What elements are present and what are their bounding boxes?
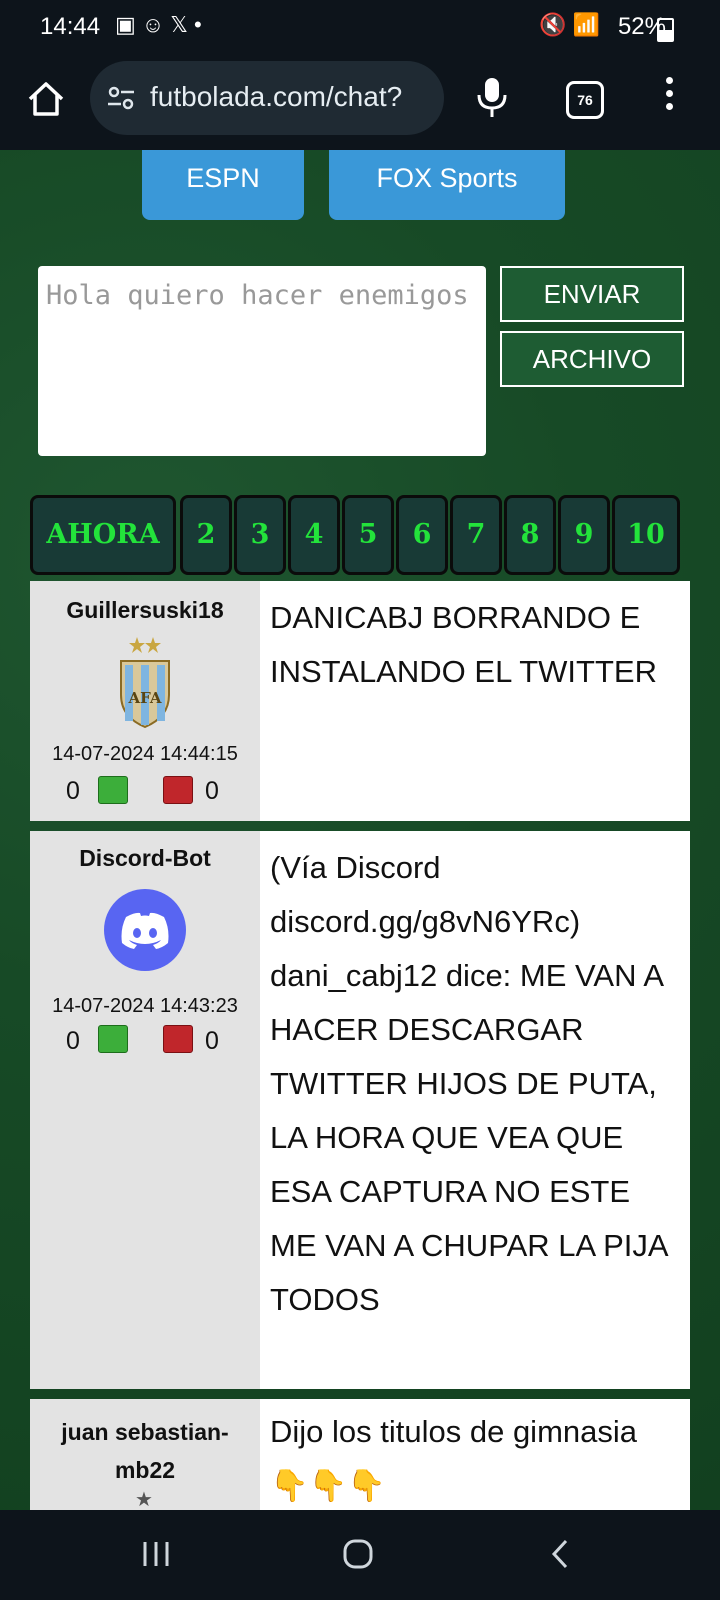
- send-button[interactable]: ENVIAR: [500, 266, 684, 322]
- page-content: ESPN FOX Sports ENVIAR ARCHIVO AHORA 2 3…: [0, 150, 720, 1510]
- dislike-count: 0: [205, 777, 219, 805]
- like-count: 0: [66, 1027, 80, 1055]
- home-nav-icon[interactable]: [342, 1538, 374, 1570]
- page-3[interactable]: 3: [234, 495, 286, 575]
- system-navigation-bar: [0, 1510, 720, 1600]
- page-9[interactable]: 9: [558, 495, 610, 575]
- espn-button[interactable]: ESPN: [142, 150, 304, 220]
- svg-text:AFA: AFA: [127, 689, 161, 707]
- thumbs-up-icon[interactable]: [98, 776, 128, 804]
- fox-sports-button[interactable]: FOX Sports: [329, 150, 565, 220]
- url-text[interactable]: futbolada.com/chat?: [150, 81, 402, 113]
- chat-post: Discord-Bot 14-07-2024 14:43:23 0 0 (Vía…: [30, 831, 690, 1389]
- chat-post: Guillersuski18 AFA 14-07-2024 14:44:15 0…: [30, 581, 690, 821]
- wifi-icon: 📶: [572, 12, 600, 37]
- page-2[interactable]: 2: [180, 495, 232, 575]
- page-6[interactable]: 6: [396, 495, 448, 575]
- file-button[interactable]: ARCHIVO: [500, 331, 684, 387]
- dot-icon: •: [194, 12, 208, 37]
- dislike-count: 0: [205, 1027, 219, 1055]
- image-icon: ▣: [115, 12, 142, 37]
- page-4[interactable]: 4: [288, 495, 340, 575]
- more-menu-icon[interactable]: [664, 77, 674, 117]
- status-bar: 14:44 ▣☺𝕏• 🔇 📶 52%: [0, 0, 720, 55]
- notification-icons: ▣☺𝕏•: [115, 12, 208, 38]
- like-count: 0: [66, 777, 80, 805]
- recents-icon[interactable]: [140, 1540, 172, 1568]
- system-icons: 🔇 📶: [539, 12, 600, 38]
- post-text: Dijo los titulos de gimnasia 👇👇👇: [270, 1414, 638, 1503]
- pagination: AHORA 2 3 4 5 6 7 8 9 10: [30, 495, 690, 575]
- back-icon[interactable]: [550, 1538, 570, 1570]
- star-icon: ★: [135, 1489, 153, 1510]
- address-bar[interactable]: futbolada.com/chat?: [90, 61, 444, 135]
- page-8[interactable]: 8: [504, 495, 556, 575]
- message-input-box[interactable]: [38, 266, 486, 462]
- home-icon[interactable]: [26, 79, 66, 119]
- post-date: 14-07-2024 14:43:23: [52, 995, 238, 1017]
- page-7[interactable]: 7: [450, 495, 502, 575]
- mic-icon[interactable]: [474, 75, 510, 119]
- thumbs-up-icon[interactable]: [98, 1025, 128, 1053]
- browser-toolbar: futbolada.com/chat? 76: [0, 55, 720, 150]
- discord-icon: ☺: [141, 12, 171, 37]
- post-username[interactable]: Discord-Bot: [30, 845, 260, 872]
- message-input[interactable]: [38, 266, 484, 462]
- page-10[interactable]: 10: [612, 495, 680, 575]
- battery-icon: [657, 18, 674, 42]
- discord-icon: [104, 889, 186, 971]
- thumbs-down-icon[interactable]: [163, 1025, 193, 1053]
- post-text: (Vía Discord discord.gg/g8vN6YRc) dani_c…: [270, 850, 667, 1317]
- post-username[interactable]: Guillersuski18: [30, 597, 260, 624]
- chat-post: juan sebastian-mb22 ★ Dijo los titulos d…: [30, 1399, 690, 1510]
- afa-crest-icon: AFA: [120, 637, 170, 729]
- tab-switcher-button[interactable]: 76: [566, 81, 604, 119]
- site-settings-icon[interactable]: [106, 83, 136, 113]
- post-text: DANICABJ BORRANDO E INSTALANDO EL TWITTE…: [270, 600, 657, 689]
- page-5[interactable]: 5: [342, 495, 394, 575]
- page-now[interactable]: AHORA: [30, 495, 176, 575]
- post-date: 14-07-2024 14:44:15: [52, 743, 238, 765]
- post-username[interactable]: juan sebastian-mb22: [40, 1413, 250, 1489]
- thumbs-down-icon[interactable]: [163, 776, 193, 804]
- mute-icon: 🔇: [539, 12, 567, 37]
- status-time: 14:44: [40, 13, 101, 40]
- x-icon: 𝕏: [170, 12, 194, 37]
